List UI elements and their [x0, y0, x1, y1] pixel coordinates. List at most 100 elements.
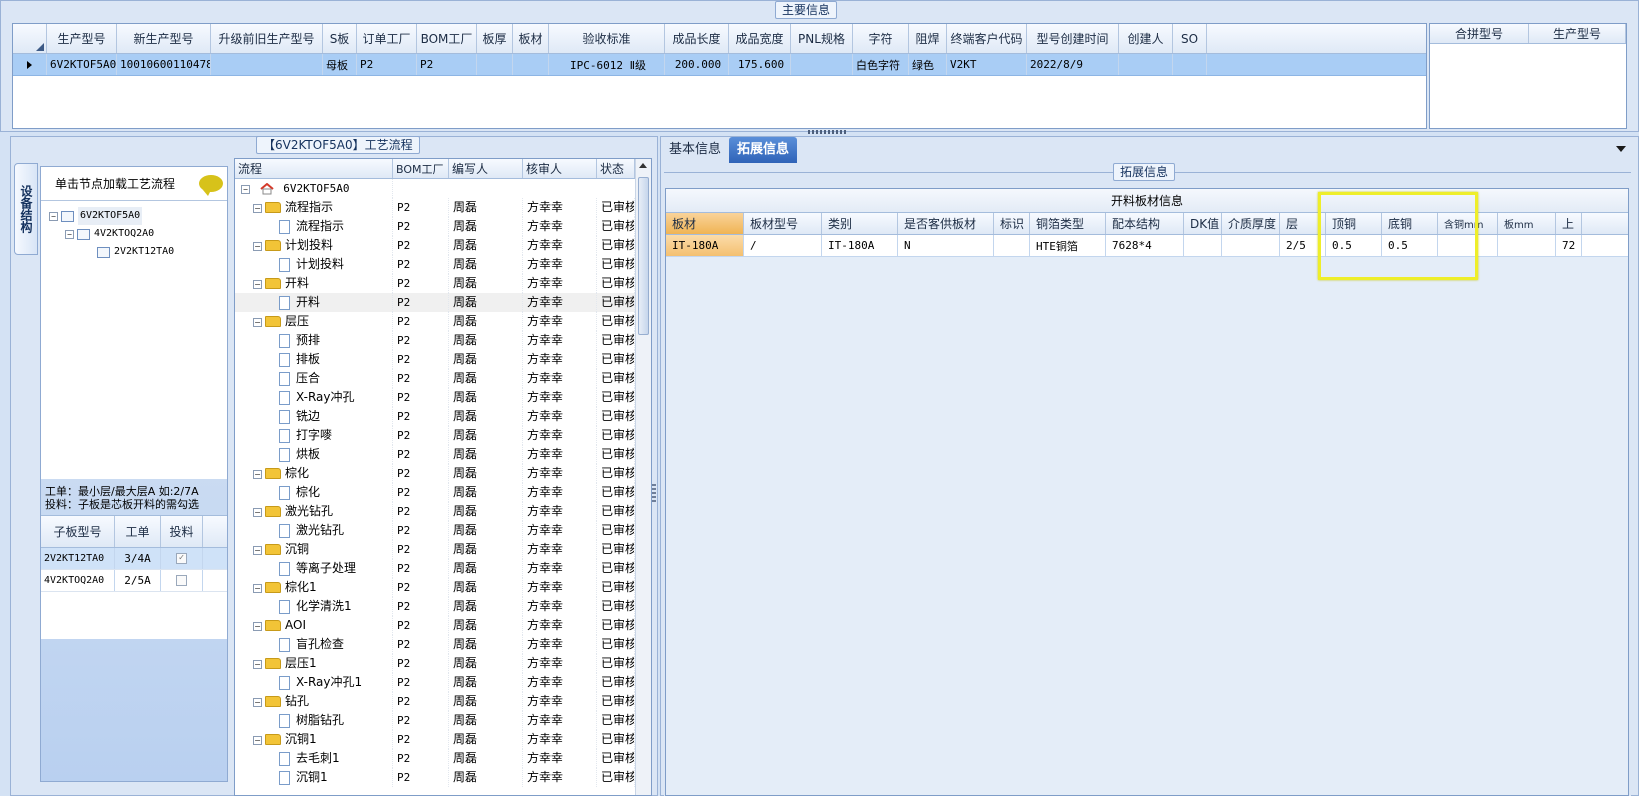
flow-step-row[interactable]: 计划投料 P2 周磊 方幸幸 已审核	[235, 255, 635, 274]
col-production-model[interactable]: 生产型号	[1529, 24, 1626, 43]
material-row[interactable]: IT-180A / IT-180A N HTE铜箔 7628*4 2/5 0.5 0.5 72	[666, 235, 1628, 257]
collapse-icon[interactable]: −	[253, 470, 262, 479]
col-order-factory[interactable]: 订单工厂	[357, 24, 417, 53]
col-board-material[interactable]: 板材	[513, 24, 549, 53]
col-upper[interactable]: 上	[1556, 213, 1582, 234]
flow-step-row[interactable]: 激光钻孔 P2 周磊 方幸幸 已审核	[235, 521, 635, 540]
flow-step-group-row[interactable]: − 开料 P2 周磊 方幸幸 已审核	[235, 274, 635, 293]
flow-root-row[interactable]: − 6V2KTOF5A0	[235, 179, 635, 198]
collapse-icon[interactable]: −	[253, 584, 262, 593]
flow-step-row[interactable]: 等离子处理 P2 周磊 方幸幸 已审核	[235, 559, 635, 578]
flow-step-row[interactable]: X-Ray冲孔 P2 周磊 方幸幸 已审核	[235, 388, 635, 407]
process-flow-tree[interactable]: 流程 BOM工厂 编写人 核审人 状态 − 6V2KTOF5A0 − 流程指示 P2…	[234, 158, 652, 796]
col-merged-model[interactable]: 合拼型号	[1430, 24, 1529, 43]
collapse-icon[interactable]: −	[49, 211, 58, 221]
col-work-order[interactable]: 工单	[115, 516, 161, 547]
col-reviewer[interactable]: 核审人	[523, 159, 597, 178]
col-customer-supplied[interactable]: 是否客供板材	[898, 213, 994, 234]
flow-step-group-row[interactable]: − 棕化1 P2 周磊 方幸幸 已审核	[235, 578, 635, 597]
tab-dropdown-icon[interactable]	[1616, 146, 1626, 152]
flow-step-group-row[interactable]: − 层压 P2 周磊 方幸幸 已审核	[235, 312, 635, 331]
col-category[interactable]: 类别	[822, 213, 898, 234]
flow-step-row[interactable]: 盲孔检查 P2 周磊 方幸幸 已审核	[235, 635, 635, 654]
flow-step-row[interactable]: 打字嘜 P2 周磊 方幸幸 已审核	[235, 426, 635, 445]
col-end-customer-code[interactable]: 终端客户代码	[947, 24, 1027, 53]
col-finished-width[interactable]: 成品宽度	[729, 24, 791, 53]
flow-step-row[interactable]: 排板 P2 周磊 方幸幸 已审核	[235, 350, 635, 369]
sub-board-row[interactable]: 4V2KTOQ2A0 2/5A	[41, 570, 227, 592]
select-all-corner[interactable]	[13, 24, 47, 53]
col-solder-mask[interactable]: 阻焊	[909, 24, 947, 53]
scroll-up-icon[interactable]	[639, 163, 647, 168]
flow-step-row[interactable]: 开料 P2 周磊 方幸幸 已审核	[235, 293, 635, 312]
collapse-icon[interactable]: −	[65, 229, 74, 239]
flow-step-group-row[interactable]: − 流程指示 P2 周磊 方幸幸 已审核	[235, 198, 635, 217]
flow-step-group-row[interactable]: − 激光钻孔 P2 周磊 方幸幸 已审核	[235, 502, 635, 521]
merged-models-grid[interactable]: 合拼型号 生产型号	[1429, 23, 1627, 129]
flow-step-group-row[interactable]: − 层压1 P2 周磊 方幸幸 已审核	[235, 654, 635, 673]
structure-tree[interactable]: − 6V2KTOF5A0 − 4V2KTOQ2A0 2V2KT12TA0	[41, 201, 227, 479]
col-dielectric-thickness[interactable]: 介质厚度	[1222, 213, 1280, 234]
col-model-create-time[interactable]: 型号创建时间	[1027, 24, 1119, 53]
tree-node-leaf[interactable]: 2V2KT12TA0	[97, 243, 174, 261]
col-mark[interactable]: 标识	[994, 213, 1030, 234]
col-feed[interactable]: 投料	[161, 516, 203, 547]
collapse-icon[interactable]: −	[253, 698, 262, 707]
sub-board-grid[interactable]: 子板型号 工单 投料 2V2KT12TA0 3/4A ✓ 4V2KTOQ2A0 …	[41, 515, 227, 639]
flow-step-group-row[interactable]: − AOI P2 周磊 方幸幸 已审核	[235, 616, 635, 635]
flow-step-group-row[interactable]: − 钻孔 P2 周磊 方幸幸 已审核	[235, 692, 635, 711]
flow-step-row[interactable]: 烘板 P2 周磊 方幸幸 已审核	[235, 445, 635, 464]
col-new-production-model[interactable]: 新生产型号	[117, 24, 211, 53]
col-creator[interactable]: 创建人	[1119, 24, 1173, 53]
col-writer[interactable]: 编写人	[449, 159, 523, 178]
collapse-icon[interactable]: −	[253, 204, 262, 213]
col-production-model[interactable]: 生产型号	[47, 24, 117, 53]
collapse-icon[interactable]: −	[253, 508, 262, 517]
col-bom-factory[interactable]: BOM工厂	[417, 24, 477, 53]
col-character[interactable]: 字符	[853, 24, 909, 53]
flow-step-group-row[interactable]: − 计划投料 P2 周磊 方幸幸 已审核	[235, 236, 635, 255]
sub-board-row[interactable]: 2V2KT12TA0 3/4A ✓	[41, 548, 227, 570]
col-pnl-spec[interactable]: PNL规格	[791, 24, 853, 53]
flow-step-row[interactable]: 化学清洗1 P2 周磊 方幸幸 已审核	[235, 597, 635, 616]
material-info-box[interactable]: 开料板材信息 板材 板材型号 类别 是否客供板材 标识 铜箔类型 配本结构 DK值 介质厚度层顶…	[665, 188, 1629, 796]
col-acceptance-standard[interactable]: 验收标准	[549, 24, 665, 53]
flow-step-group-row[interactable]: − 沉铜1 P2 周磊 方幸幸 已审核	[235, 730, 635, 749]
tree-node-root[interactable]: − 6V2KTOF5A0	[49, 207, 143, 225]
feed-checkbox[interactable]	[176, 575, 187, 586]
flow-step-row[interactable]: 流程指示 P2 周磊 方幸幸 已审核	[235, 217, 635, 236]
col-board-model[interactable]: 板材型号	[744, 213, 822, 234]
flow-step-row[interactable]: 棕化 P2 周磊 方幸幸 已审核	[235, 483, 635, 502]
main-info-row[interactable]: 6V2KTOF5A0 10010600110478 母板 P2 P2 IPC-6012 Ⅱ…	[13, 54, 1426, 76]
col-sub-model[interactable]: 子板型号	[41, 516, 115, 547]
col-status[interactable]: 状态	[597, 159, 635, 178]
collapse-icon[interactable]: −	[253, 736, 262, 745]
vertical-splitter[interactable]	[652, 484, 656, 504]
horizontal-splitter[interactable]	[808, 130, 848, 134]
col-finished-length[interactable]: 成品长度	[665, 24, 729, 53]
flow-step-row[interactable]: 沉铜1 P2 周磊 方幸幸 已审核	[235, 768, 635, 787]
equipment-structure-tab[interactable]: 设备结构	[14, 163, 38, 255]
collapse-icon[interactable]: −	[253, 318, 262, 327]
flow-step-row[interactable]: 预排 P2 周磊 方幸幸 已审核	[235, 331, 635, 350]
collapse-icon[interactable]: −	[253, 622, 262, 631]
col-board[interactable]: 板材	[666, 213, 744, 234]
tab-extended-info[interactable]: 拓展信息	[729, 137, 798, 163]
tab-basic-info[interactable]: 基本信息	[661, 137, 729, 163]
flow-step-group-row[interactable]: − 沉铜 P2 周磊 方幸幸 已审核	[235, 540, 635, 559]
col-flow[interactable]: 流程	[235, 159, 393, 178]
collapse-icon[interactable]: −	[253, 660, 262, 669]
collapse-icon[interactable]: −	[241, 185, 250, 194]
flow-step-row[interactable]: X-Ray冲孔1 P2 周磊 方幸幸 已审核	[235, 673, 635, 692]
flow-step-row[interactable]: 树脂钻孔 P2 周磊 方幸幸 已审核	[235, 711, 635, 730]
col-copper-foil-type[interactable]: 铜箔类型	[1030, 213, 1106, 234]
collapse-icon[interactable]: −	[253, 242, 262, 251]
feed-checkbox[interactable]: ✓	[176, 553, 187, 564]
flow-vertical-scrollbar[interactable]	[635, 159, 651, 795]
col-dk-value[interactable]: DK值	[1184, 213, 1222, 234]
col-so[interactable]: SO	[1173, 24, 1207, 53]
flow-step-row[interactable]: 去毛刺1 P2 周磊 方幸幸 已审核	[235, 749, 635, 768]
collapse-icon[interactable]: −	[253, 546, 262, 555]
col-stack-structure[interactable]: 配本结构	[1106, 213, 1184, 234]
col-bom-factory[interactable]: BOM工厂	[393, 159, 449, 178]
